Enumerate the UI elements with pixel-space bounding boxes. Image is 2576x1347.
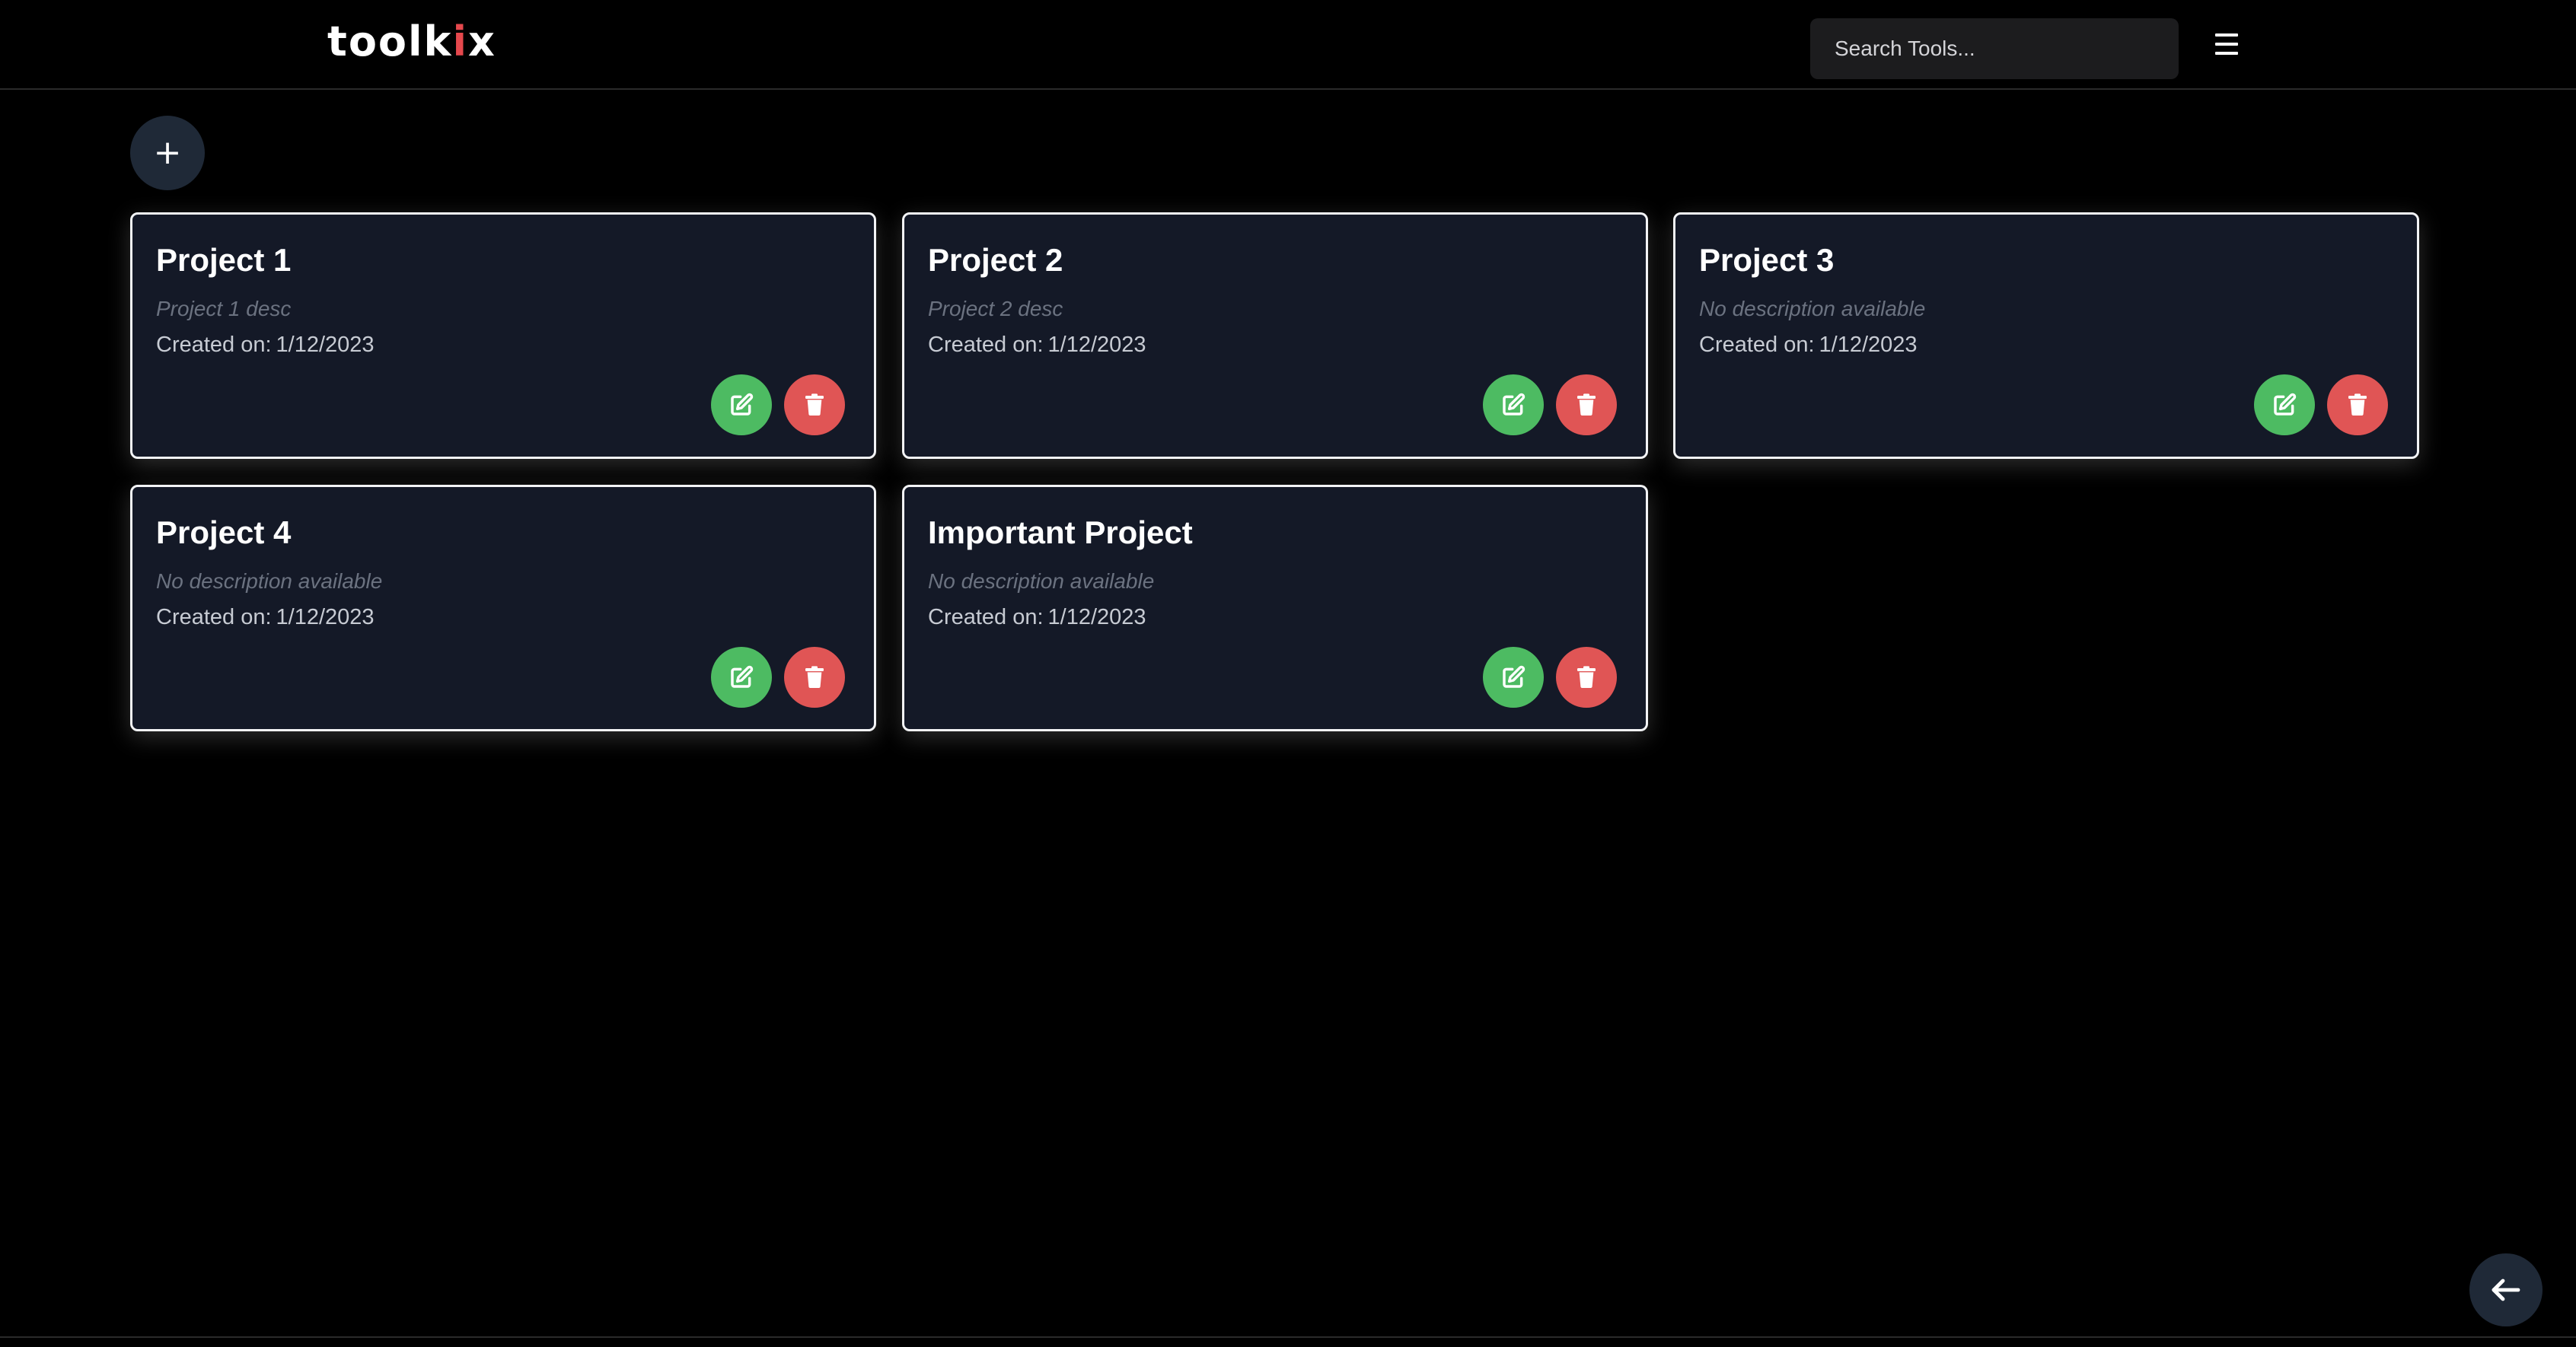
trash-icon [2348, 393, 2367, 416]
delete-project-button[interactable] [1556, 647, 1617, 708]
trash-icon [1577, 666, 1596, 689]
created-value: 1/12/2023 [1047, 605, 1146, 629]
edit-icon [1503, 665, 1526, 688]
project-created-date: Created on: 1/12/2023 [928, 605, 1146, 630]
created-label: Created on: [928, 333, 1044, 357]
edit-project-button[interactable] [1483, 374, 1544, 435]
project-description: No description available [1699, 297, 1926, 320]
delete-project-button[interactable] [1556, 374, 1617, 435]
project-title: Important Project [928, 514, 1193, 550]
created-label: Created on: [156, 605, 272, 629]
search-tools-input[interactable] [1810, 18, 2179, 79]
trash-icon [805, 666, 824, 689]
project-description: Project 1 desc [156, 297, 292, 320]
arrow-left-icon [2492, 1279, 2520, 1301]
project-created-date: Created on: 1/12/2023 [1699, 333, 1918, 358]
project-description: Project 2 desc [928, 297, 1063, 320]
trash-icon [1577, 393, 1596, 416]
project-card: Important Project No description availab… [902, 485, 1648, 731]
created-value: 1/12/2023 [276, 605, 375, 629]
delete-project-button[interactable] [2327, 374, 2388, 435]
toolkix-logo[interactable]: toolkix [327, 21, 496, 62]
bottom-divider [0, 1336, 2576, 1338]
project-title: Project 3 [1699, 242, 1835, 278]
add-project-button[interactable]: + [130, 116, 205, 190]
created-label: Created on: [928, 605, 1044, 629]
edit-project-button[interactable] [711, 647, 772, 708]
delete-project-button[interactable] [784, 647, 845, 708]
project-card: Project 2 Project 2 desc Created on: 1/12… [902, 212, 1648, 459]
project-card: Project 4 No description available Creat… [130, 485, 876, 731]
project-card: Project 3 No description available Creat… [1673, 212, 2419, 459]
project-title: Project 1 [156, 242, 292, 278]
edit-icon [731, 665, 754, 688]
logo-prefix: toolk [327, 18, 453, 65]
delete-project-button[interactable] [784, 374, 845, 435]
project-created-date: Created on: 1/12/2023 [928, 333, 1146, 358]
back-button[interactable] [2469, 1253, 2543, 1326]
created-label: Created on: [1699, 333, 1815, 357]
edit-icon [731, 393, 754, 416]
edit-project-button[interactable] [1483, 647, 1544, 708]
edit-icon [2274, 393, 2297, 416]
project-description: No description available [928, 569, 1155, 593]
project-created-date: Created on: 1/12/2023 [156, 605, 375, 630]
trash-icon [805, 393, 824, 416]
project-card: Project 1 Project 1 desc Created on: 1/12… [130, 212, 876, 459]
edit-icon [1503, 393, 1526, 416]
created-value: 1/12/2023 [1047, 333, 1146, 357]
created-value: 1/12/2023 [276, 333, 375, 357]
project-title: Project 4 [156, 514, 292, 550]
top-navbar: toolkix [0, 0, 2576, 90]
project-description: No description available [156, 569, 383, 593]
logo-suffix: x [467, 18, 496, 65]
created-value: 1/12/2023 [1819, 333, 1918, 357]
edit-project-button[interactable] [711, 374, 772, 435]
created-label: Created on: [156, 333, 272, 357]
edit-project-button[interactable] [2254, 374, 2315, 435]
hamburger-menu-icon[interactable] [2208, 29, 2246, 64]
logo-accent: i [452, 18, 468, 65]
project-created-date: Created on: 1/12/2023 [156, 333, 375, 358]
project-title: Project 2 [928, 242, 1063, 278]
